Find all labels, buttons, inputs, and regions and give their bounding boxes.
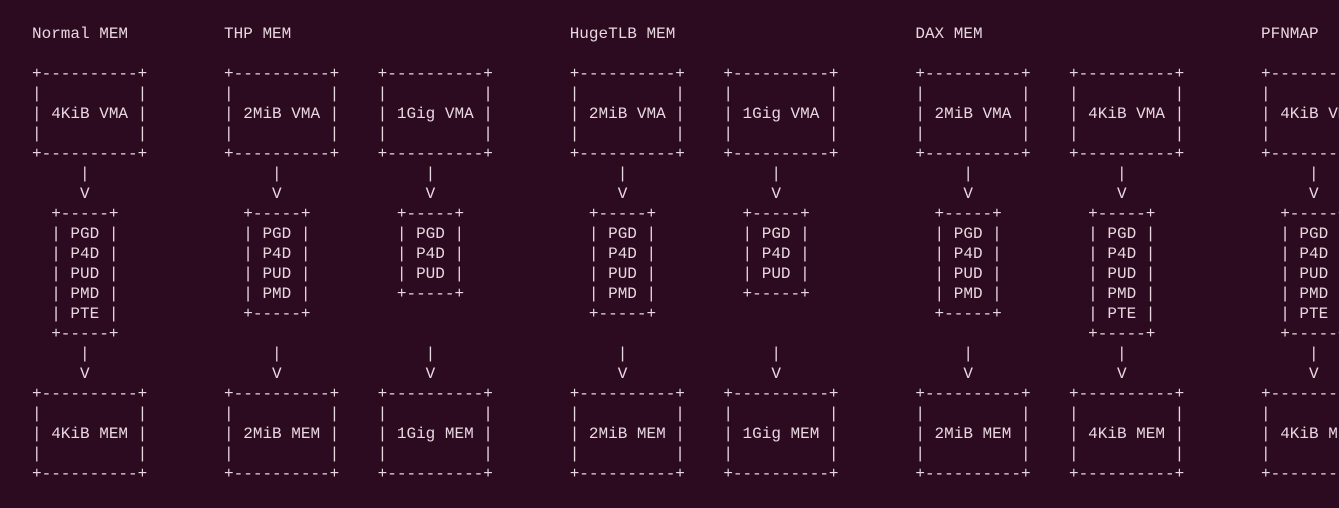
memory-mapping-diagram: Normal MEM THP MEM HugeTLB MEM DAX MEM P… (0, 0, 1339, 508)
